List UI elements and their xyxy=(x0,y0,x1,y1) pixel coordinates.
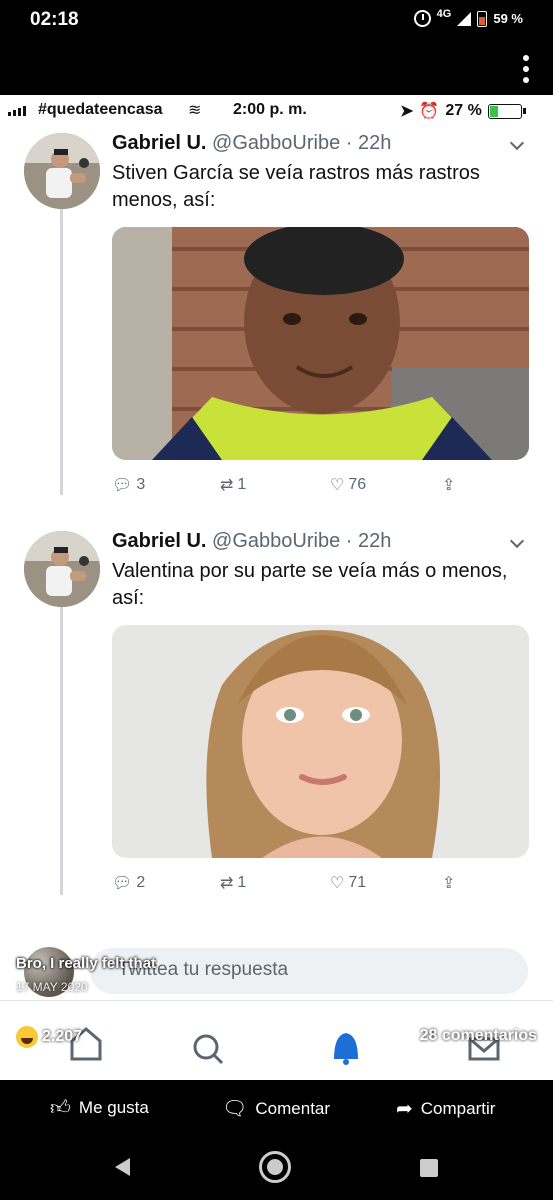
like-action-label: Me gusta xyxy=(78,1098,149,1117)
phone-status-bar: 02:18 4G 59 % xyxy=(0,0,553,42)
tweet-image[interactable] xyxy=(112,227,529,460)
retweet-icon: ⇄ xyxy=(220,477,234,494)
retweet-count: 1 xyxy=(237,476,247,493)
battery-icon xyxy=(477,10,488,27)
alarm-icon xyxy=(413,10,431,27)
like-button[interactable]: ♡ 71 xyxy=(330,873,366,893)
more-options-icon[interactable] xyxy=(523,55,529,88)
recent-apps-icon[interactable] xyxy=(420,1159,438,1177)
chevron-down-icon[interactable] xyxy=(509,135,525,151)
battery-percent: 59 % xyxy=(493,11,523,26)
phone-status-icons: 4G 59 % xyxy=(413,7,523,27)
retweet-icon: ⇄ xyxy=(220,875,234,892)
haha-reaction-icon xyxy=(16,1026,38,1048)
thread-line xyxy=(60,605,63,895)
retweet-count: 1 xyxy=(237,874,247,891)
reply-button[interactable]: 💬︎ 3 xyxy=(112,475,145,495)
tweet-text: Valentina por su parte se veía más o men… xyxy=(112,560,508,609)
tweet-image[interactable] xyxy=(112,625,529,858)
bell-icon xyxy=(334,1033,358,1065)
tweet-actions: 💬︎ 2 ⇄ 1 ♡ 71 ⇪ xyxy=(112,873,532,897)
reply-icon: 💬︎ xyxy=(112,875,133,892)
reply-count: 2 xyxy=(136,874,146,891)
comment-action-label: Comentar xyxy=(255,1098,331,1118)
comment-action-button[interactable]: 🗨︎ Comentar xyxy=(222,1096,330,1121)
signal-bars-icon xyxy=(8,106,26,116)
post-photo[interactable]: #quedateencasa ≋ 2:00 p. m. ➤ ⏰ 27 % Gab… xyxy=(0,95,553,1080)
reply-count: 3 xyxy=(136,476,146,493)
author-handle[interactable]: @GabboUribe xyxy=(212,530,340,552)
author-name[interactable]: Gabriel U. xyxy=(112,132,206,154)
facebook-action-bar: 👍︎ Me gusta 🗨︎ Comentar ➦ Compartir xyxy=(0,1080,553,1134)
twitter-status-bar: #quedateencasa ≋ 2:00 p. m. ➤ ⏰ 27 % xyxy=(0,95,553,128)
avatar[interactable] xyxy=(24,531,100,607)
author-handle[interactable]: @GabboUribe xyxy=(212,132,340,154)
reply-button[interactable]: 💬︎ 2 xyxy=(112,873,145,893)
location-icon: ➤ xyxy=(400,103,414,120)
reply-icon: 💬︎ xyxy=(112,477,133,494)
reactions-count: 2.207 xyxy=(42,1028,83,1045)
twitter-battery-percent: 27 % xyxy=(445,102,482,119)
author-name[interactable]: Gabriel U. xyxy=(112,530,206,552)
twitter-status-time: 2:00 p. m. xyxy=(233,101,307,118)
search-icon xyxy=(193,1034,224,1065)
tweet-text: Stiven García se veía rastros más rastro… xyxy=(112,162,480,211)
chevron-down-icon[interactable] xyxy=(509,533,525,549)
heart-icon: ♡ xyxy=(330,875,345,892)
signal-icon xyxy=(457,11,472,26)
twitter-status-right: ➤ ⏰ 27 % xyxy=(400,101,526,121)
poster-name[interactable]: Bro, I really felt that xyxy=(16,955,156,972)
phone-clock: 02:18 xyxy=(30,9,79,30)
alarm-icon: ⏰ xyxy=(419,103,440,120)
like-button[interactable]: ♡ 76 xyxy=(330,475,366,495)
share-action-label: Compartir xyxy=(420,1098,496,1118)
tweet-time: · 22h xyxy=(345,530,392,552)
retweet-button[interactable]: ⇄ 1 xyxy=(220,873,246,893)
network-type: 4G xyxy=(436,7,452,20)
like-action-button[interactable]: 👍︎ Me gusta xyxy=(50,1096,149,1120)
tweet-header: Gabriel U. @GabboUribe · 22h xyxy=(112,530,391,553)
comment-icon: 🗨︎ xyxy=(222,1098,248,1120)
share-action-button[interactable]: ➦ Compartir xyxy=(396,1096,495,1121)
tweet-header: Gabriel U. @GabboUribe · 22h xyxy=(112,132,391,155)
thumbs-up-icon: 👍︎ xyxy=(50,1097,71,1119)
avatar[interactable] xyxy=(24,133,100,209)
share-button[interactable]: ⇪ xyxy=(442,475,455,495)
share-icon: ⇪ xyxy=(442,477,456,494)
like-count: 71 xyxy=(348,874,367,891)
post-date: 17 MAY 2020 xyxy=(16,980,88,994)
back-icon[interactable] xyxy=(115,1158,130,1176)
share-button[interactable]: ⇪ xyxy=(442,873,455,893)
tweet-time: · 22h xyxy=(345,132,392,154)
wifi-icon: ≋ xyxy=(188,102,202,119)
heart-icon: ♡ xyxy=(330,477,345,494)
tweet-actions: 💬︎ 3 ⇄ 1 ♡ 76 ⇪ xyxy=(112,475,532,499)
comments-count[interactable]: 28 comentarios xyxy=(420,1027,537,1045)
reactions-summary[interactable]: 2.207 xyxy=(16,1026,82,1048)
thread-line xyxy=(60,205,63,495)
home-button-icon[interactable] xyxy=(259,1151,291,1183)
twitter-battery-icon xyxy=(487,103,522,119)
android-nav-bar xyxy=(0,1134,553,1200)
like-count: 76 xyxy=(348,476,367,493)
share-arrow-icon: ➦ xyxy=(396,1098,413,1120)
share-icon: ⇪ xyxy=(442,875,456,892)
retweet-button[interactable]: ⇄ 1 xyxy=(220,475,246,495)
carrier-name: #quedateencasa xyxy=(38,101,163,118)
